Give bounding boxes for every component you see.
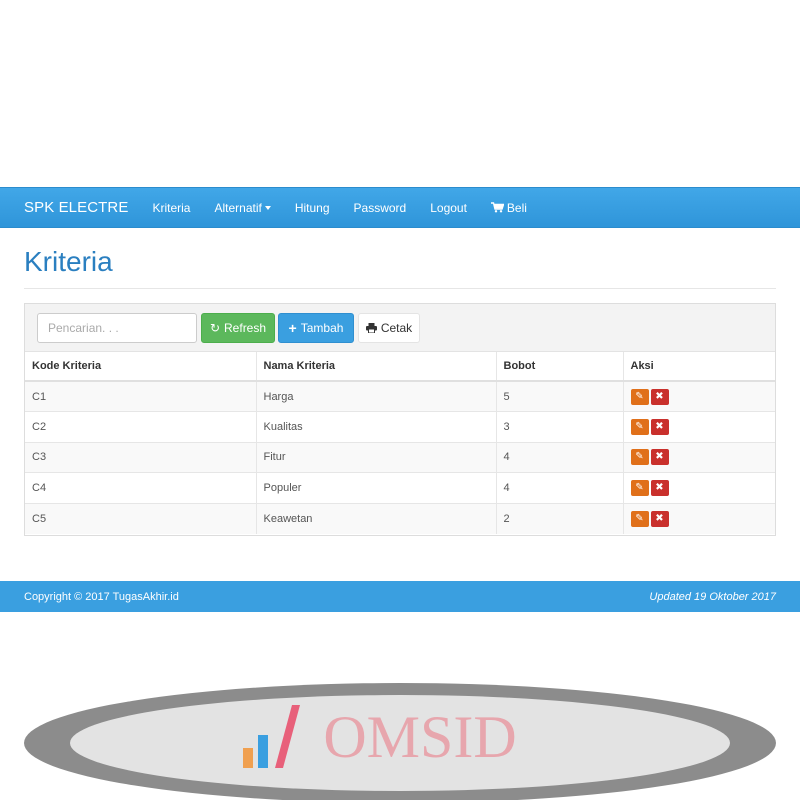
trash-icon[interactable]: ✖ [650,449,669,466]
table-row: C5 Keawetan 2 ✎ ✖ [25,502,775,534]
trash-icon[interactable]: ✖ [650,480,669,497]
nav-hitung-label: Hitung [294,200,330,215]
cell-kode: C3 [25,441,257,473]
cell-nama: Fitur [256,441,497,473]
search-input[interactable] [37,313,197,343]
cell-actions: ✎ ✖ [623,502,775,534]
toolbar: ↻ Refresh + Tambah Cetak [25,304,775,352]
edit-icon[interactable]: ✎ [630,449,649,466]
footer-copyright: Copyright © 2017 TugasAkhir.id [24,590,179,603]
brand-link[interactable]: SPK ELECTRE [24,199,128,216]
table-row: C4 Populer 4 ✎ ✖ [25,472,775,504]
edit-icon[interactable]: ✎ [630,418,649,435]
add-button-label: Tambah [300,321,344,335]
table-row: C1 Harga 5 ✎ ✖ [25,380,775,412]
nav-beli[interactable]: Beli [490,200,527,215]
nav-password[interactable]: Password [354,201,407,215]
cell-bobot: 2 [496,502,624,534]
nav-logout-label: Logout [430,200,467,215]
cell-actions: ✎ ✖ [623,441,775,473]
edit-icon[interactable]: ✎ [630,388,649,405]
cell-nama: Populer [256,472,497,504]
add-button[interactable]: + Tambah [278,313,354,343]
nav-logout[interactable]: Logout [430,201,467,215]
table-row: C2 Kualitas 3 ✎ ✖ [25,411,775,443]
caret-down-icon [264,205,271,210]
footer-updated: Updated 19 Oktober 2017 [649,590,776,603]
print-icon [365,323,377,333]
refresh-button[interactable]: ↻ Refresh [201,313,275,343]
criteria-panel: ↻ Refresh + Tambah Cetak Kode Kriteria N… [24,303,776,536]
cell-actions: ✎ ✖ [623,411,775,443]
nav-alternatif-dropdown[interactable]: Alternatif [214,200,271,215]
nav-kriteria-label: Kriteria [152,200,191,215]
navbar: SPK ELECTRE Kriteria Alternatif Hitung P… [0,187,800,228]
nav-hitung[interactable]: Hitung [295,201,330,215]
trash-icon[interactable]: ✖ [650,388,669,405]
edit-icon[interactable]: ✎ [630,510,649,527]
refresh-icon: ↻ [209,321,221,335]
column-header-nama[interactable]: Nama Kriteria [256,352,497,382]
table-header-row: Kode Kriteria Nama Kriteria Bobot Aksi [25,352,775,382]
cell-kode: C1 [25,380,257,412]
title-divider [24,288,776,289]
nav-kriteria[interactable]: Kriteria [152,201,190,215]
plus-icon: + [288,320,297,336]
cart-icon [490,202,504,213]
trash-icon[interactable]: ✖ [650,418,669,435]
cell-nama: Kualitas [256,411,497,443]
cell-actions: ✎ ✖ [623,472,775,504]
cell-actions: ✎ ✖ [623,380,775,412]
watermark-logo: OMSID [24,683,776,800]
nav-password-label: Password [353,200,407,215]
cell-kode: C4 [25,472,257,504]
cell-nama: Keawetan [256,502,497,534]
column-header-bobot[interactable]: Bobot [496,352,624,382]
cell-kode: C5 [25,502,257,534]
cell-bobot: 4 [496,441,624,473]
footer: Copyright © 2017 TugasAkhir.id Updated 1… [0,581,800,612]
cell-kode: C2 [25,411,257,443]
cell-bobot: 5 [496,380,624,412]
refresh-button-label: Refresh [224,321,267,335]
svg-text:OMSID: OMSID [323,704,516,770]
print-button-label: Cetak [380,321,413,335]
column-header-kode[interactable]: Kode Kriteria [25,352,257,382]
print-button[interactable]: Cetak [358,313,420,343]
cell-bobot: 3 [496,411,624,443]
edit-icon[interactable]: ✎ [630,480,649,497]
table-row: C3 Fitur 4 ✎ ✖ [25,441,775,473]
column-header-aksi: Aksi [623,352,775,382]
trash-icon[interactable]: ✖ [650,510,669,527]
nav-beli-label: Beli [506,200,527,215]
nav-alternatif-label: Alternatif [214,200,262,215]
cell-bobot: 4 [496,472,624,504]
criteria-table: Kode Kriteria Nama Kriteria Bobot Aksi C… [25,352,775,534]
cell-nama: Harga [256,380,497,412]
page-title: Kriteria [24,246,113,277]
